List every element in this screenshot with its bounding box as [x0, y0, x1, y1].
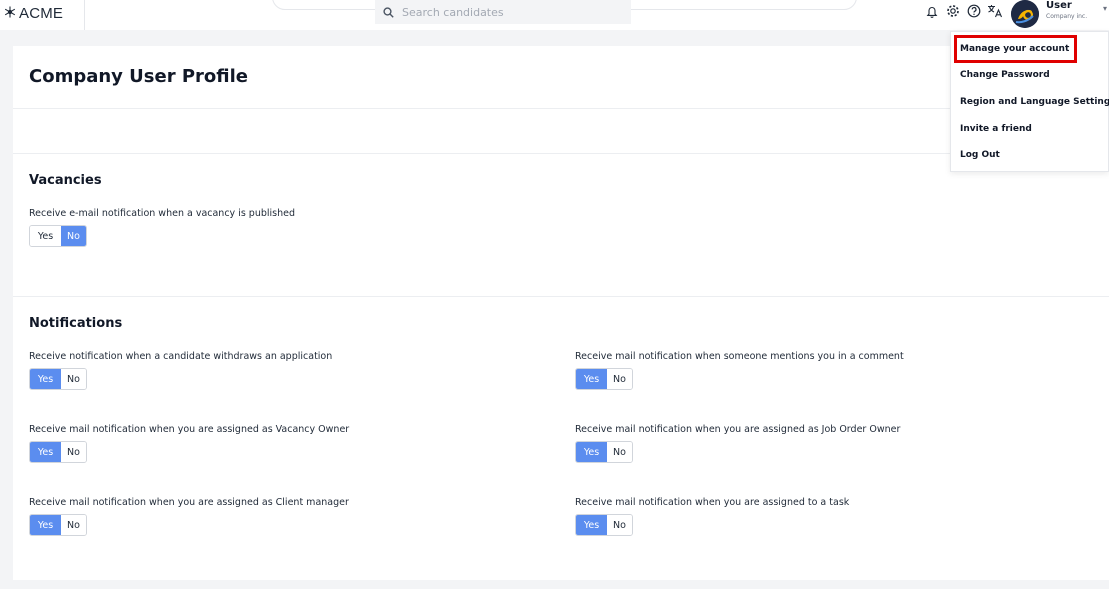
chevron-down-icon[interactable]: ▾ — [1103, 4, 1107, 13]
help-icon[interactable] — [966, 2, 982, 20]
menu-item-region-language[interactable]: Region and Language Settings — [960, 97, 1109, 107]
logo-text: ACME — [19, 4, 64, 22]
toggle-client-manager: Yes No — [29, 514, 87, 536]
snowflake-icon — [4, 5, 16, 22]
pref-label-task: Receive mail notification when you are a… — [575, 497, 850, 508]
pref-label-vacancy-published: Receive e-mail notification when a vacan… — [29, 208, 296, 219]
logo[interactable]: ACME — [4, 3, 63, 23]
pref-label-mentions: Receive mail notification when someone m… — [575, 351, 904, 362]
toggle-no-option[interactable]: No — [607, 515, 632, 535]
toggle-no-option[interactable]: No — [61, 369, 86, 389]
toggle-yes-option[interactable]: Yes — [30, 515, 61, 535]
toggle-yes-option[interactable]: Yes — [30, 226, 61, 246]
toggle-vacancy-owner: Yes No — [29, 441, 87, 463]
toggle-yes-option[interactable]: Yes — [576, 442, 607, 462]
divider — [13, 153, 1109, 154]
divider — [13, 108, 1109, 109]
bell-icon[interactable] — [924, 2, 940, 20]
toggle-no-option[interactable]: No — [607, 369, 632, 389]
search-input[interactable] — [402, 5, 622, 19]
divider — [13, 296, 1109, 297]
toggle-task: Yes No — [575, 514, 633, 536]
menu-item-log-out[interactable]: Log Out — [960, 150, 1000, 160]
pref-label-client-manager: Receive mail notification when you are a… — [29, 497, 349, 508]
toggle-yes-option[interactable]: Yes — [576, 515, 607, 535]
profile-panel: Company User Profile Vacancies Receive e… — [13, 46, 1109, 580]
menu-item-change-password[interactable]: Change Password — [960, 70, 1050, 80]
toggle-yes-option[interactable]: Yes — [576, 369, 607, 389]
search-box[interactable] — [375, 0, 631, 24]
toggle-yes-option[interactable]: Yes — [30, 369, 61, 389]
toggle-candidate-withdraws: Yes No — [29, 368, 87, 390]
translate-icon[interactable] — [987, 2, 1003, 20]
toggle-no-option[interactable]: No — [61, 442, 86, 462]
vacancies-section-title: Vacancies — [29, 173, 102, 188]
user-company: Company inc. — [1046, 13, 1088, 20]
page-title: Company User Profile — [29, 66, 249, 87]
gear-icon[interactable] — [945, 2, 961, 20]
header-icons — [924, 2, 1003, 20]
notifications-section-title: Notifications — [29, 316, 123, 331]
toggle-no-option[interactable]: No — [607, 442, 632, 462]
pref-label-job-order-owner: Receive mail notification when you are a… — [575, 424, 901, 435]
logo-divider — [84, 0, 85, 30]
toggle-yes-option[interactable]: Yes — [30, 442, 61, 462]
toggle-no-option[interactable]: No — [61, 226, 86, 246]
top-bar: ACME User Company inc. ▾ — [0, 0, 1109, 30]
pref-label-vacancy-owner: Receive mail notification when you are a… — [29, 424, 350, 435]
pref-label-candidate-withdraws: Receive notification when a candidate wi… — [29, 351, 333, 362]
toggle-vacancy-published: Yes No — [29, 225, 87, 247]
toggle-no-option[interactable]: No — [61, 515, 86, 535]
toggle-mentions: Yes No — [575, 368, 633, 390]
highlight-box — [954, 35, 1077, 63]
menu-item-invite-friend[interactable]: Invite a friend — [960, 124, 1032, 134]
avatar[interactable] — [1011, 0, 1039, 28]
user-name[interactable]: User — [1046, 0, 1072, 11]
toggle-job-order-owner: Yes No — [575, 441, 633, 463]
search-icon — [383, 3, 394, 22]
